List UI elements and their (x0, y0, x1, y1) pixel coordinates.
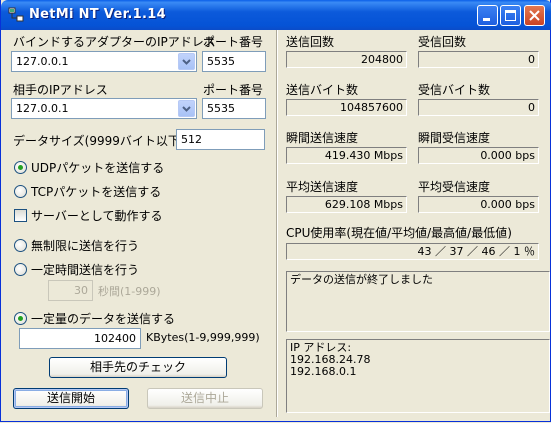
chevron-down-icon[interactable] (178, 53, 195, 70)
title-bar[interactable]: NetMi NT Ver.1.14 (1, 0, 551, 30)
remote-port-label: ポート番号 (203, 83, 264, 97)
minimize-button[interactable] (477, 5, 498, 26)
ip-info-box: IP アドレス: 192.168.24.78 192.168.0.1 (286, 339, 550, 413)
remote-port-input[interactable]: 5535 (202, 98, 266, 119)
unlimited-label[interactable]: 無制限に送信を行う (31, 237, 139, 254)
close-icon (529, 10, 540, 21)
minimize-icon (483, 18, 490, 21)
stop-send-button[interactable]: 送信中止 (147, 388, 263, 409)
bind-ip-combo[interactable]: 127.0.0.1 (11, 51, 197, 72)
chevron-down-icon[interactable] (178, 100, 195, 117)
send-bytes-label: 送信バイト数 (286, 83, 359, 97)
udp-radio[interactable] (14, 161, 27, 174)
unlimited-radio[interactable] (14, 239, 27, 252)
server-label[interactable]: サーバーとして動作する (31, 207, 163, 224)
remote-ip-value: 127.0.0.1 (16, 102, 69, 115)
start-send-button[interactable]: 送信開始 (13, 388, 129, 409)
inst-recv-value: 0.000 bps (418, 147, 539, 164)
avg-recv-value: 0.000 bps (418, 196, 539, 213)
tcp-radio[interactable] (14, 185, 27, 198)
kbytes-input[interactable]: 102400 (19, 328, 141, 349)
data-size-input[interactable]: 512 (176, 129, 265, 150)
avg-send-label: 平均送信速度 (286, 180, 359, 194)
window-title: NetMi NT Ver.1.14 (29, 7, 166, 22)
data-size-label: データサイズ(9999バイト以下) (13, 134, 185, 148)
seconds-unit: 秒間(1-999) (98, 285, 161, 298)
bind-port-input[interactable]: 5535 (202, 51, 266, 72)
close-button[interactable] (524, 5, 545, 26)
recv-bytes-value: 0 (418, 99, 539, 116)
fixed-amount-label[interactable]: 一定量のデータを送信する (31, 310, 175, 327)
seconds-input[interactable]: 30 (48, 280, 93, 301)
recv-count-label: 受信回数 (418, 35, 467, 49)
avg-send-value: 629.108 Mbps (286, 196, 407, 213)
inst-send-label: 瞬間送信速度 (286, 131, 359, 145)
timed-label[interactable]: 一定時間送信を行う (31, 261, 139, 278)
cpu-usage-value: 43 ／ 37 ／ 46 ／ 1 ％ (286, 243, 539, 260)
check-remote-button[interactable]: 相手先のチェック (49, 357, 227, 378)
send-bytes-value: 104857600 (286, 99, 407, 116)
inst-send-value: 419.430 Mbps (286, 147, 407, 164)
server-checkbox[interactable] (14, 209, 27, 222)
kbytes-unit: KBytes(1-9,999,999) (146, 331, 260, 344)
bind-ip-label: バインドするアダプターのIPアドレス (13, 35, 216, 49)
fixed-amount-radio[interactable] (14, 312, 27, 325)
bind-port-label: ポート番号 (203, 35, 264, 49)
remote-ip-label: 相手のIPアドレス (13, 83, 108, 97)
bind-ip-value: 127.0.0.1 (16, 55, 69, 68)
status-message-box: データの送信が終了しました (286, 271, 550, 332)
client-area: バインドするアダプターのIPアドレス ポート番号 127.0.0.1 5535 … (5, 30, 550, 417)
cpu-usage-label: CPU使用率(現在値/平均値/最高値/最低値) (286, 226, 512, 240)
inst-recv-label: 瞬間受信速度 (418, 131, 491, 145)
avg-recv-label: 平均受信速度 (418, 180, 491, 194)
app-window: NetMi NT Ver.1.14 バインドするアダプターのIPアドレス ポート… (0, 0, 551, 422)
maximize-button[interactable] (500, 5, 521, 26)
send-count-value: 204800 (286, 51, 407, 68)
maximize-icon (505, 10, 516, 21)
network-app-icon (8, 7, 24, 23)
tcp-label[interactable]: TCPパケットを送信する (31, 183, 161, 200)
timed-radio[interactable] (14, 263, 27, 276)
recv-count-value: 0 (418, 51, 539, 68)
panel-divider (276, 30, 278, 417)
recv-bytes-label: 受信バイト数 (418, 83, 491, 97)
remote-ip-combo[interactable]: 127.0.0.1 (11, 98, 197, 119)
send-count-label: 送信回数 (286, 35, 335, 49)
udp-label[interactable]: UDPパケットを送信する (31, 159, 164, 176)
